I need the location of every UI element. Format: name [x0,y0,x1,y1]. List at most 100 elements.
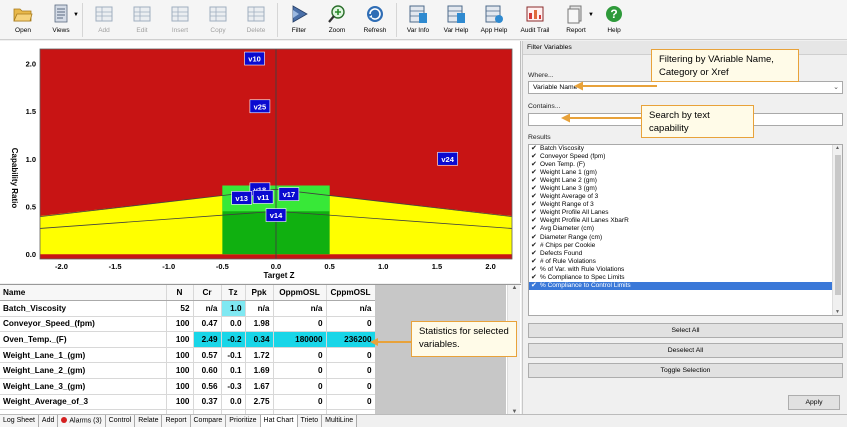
table-row[interactable]: Weight_Average_of_3 100 0.37 0.0 2.75 0 0 [0,394,376,411]
checkbox-checked-icon[interactable]: ✔ [531,242,538,250]
results-list-item[interactable]: ✔ Conveyor Speed (fpm) [529,153,842,161]
y-tick-label: 1.5 [26,107,36,116]
checkbox-checked-icon[interactable]: ✔ [531,266,538,274]
tab-prioritize[interactable]: Prioritize [226,415,261,427]
tab-hat-chart[interactable]: Hat Chart [260,415,298,427]
results-list-item[interactable]: ✔% Compliance to Control Limits [529,281,842,290]
scroll-up-icon[interactable]: ▲ [833,145,842,151]
table-row[interactable]: Conveyor_Speed_(fpm) 100 0.47 0.0 1.98 0 0 [0,316,376,333]
var-info-button[interactable]: Var Info [399,0,437,38]
results-list-item[interactable]: ✔ Defects Found [529,250,842,258]
table-cell-ppk: 0.34 [245,331,274,348]
results-scroll-thumb[interactable] [835,155,841,295]
checkbox-checked-icon[interactable]: ✔ [531,177,538,185]
column-header-n[interactable]: N [166,285,194,302]
apply-button[interactable]: Apply [788,395,840,410]
checkbox-checked-icon[interactable]: ✔ [531,217,538,225]
results-list-item[interactable]: ✔ Weight Profile All Lanes XbarR [529,217,842,225]
tab-alarms-3[interactable]: Alarms (3) [58,415,106,427]
hat-chart[interactable]: -2.0 -1.5 -1.0 -0.5 0.0 0.5 1.0 1.5 2.0 0.0 0.5 1.0… [0,41,521,283]
column-header-oppmosl[interactable]: OppmOSL [273,285,327,302]
tab-compare[interactable]: Compare [190,415,227,427]
results-list-item[interactable]: ✔ # of Rule Violations [529,258,842,266]
results-list-item[interactable]: ✔ Oven Temp. (F) [529,161,842,169]
checkbox-checked-icon[interactable]: ✔ [531,193,538,201]
table-row[interactable]: Batch_Viscosity 52 n/a 1.0 n/a n/a n/a [0,300,376,317]
tab-relate[interactable]: Relate [135,415,163,427]
add-button[interactable]: Add [85,0,123,38]
column-header-cppmosl[interactable]: CppmOSL [326,285,376,302]
results-scrollbar[interactable]: ▲ ▼ [832,145,842,315]
checkbox-checked-icon[interactable]: ✔ [531,234,538,242]
results-list-item[interactable]: ✔ Weight Lane 3 (gm) [529,185,842,193]
table-cell-oppmosl: n/a [273,300,327,317]
table-row[interactable]: Weight_Lane_2_(gm) 100 0.60 0.1 1.69 0 0 [0,362,376,380]
checkbox-checked-icon[interactable]: ✔ [531,282,538,290]
checkbox-checked-icon[interactable]: ✔ [531,274,538,282]
checkbox-checked-icon[interactable]: ✔ [531,153,538,161]
column-header-ppk[interactable]: Ppk [245,285,274,302]
chevron-down-icon[interactable]: ⌄ [833,83,839,91]
views-button[interactable]: ▼ Views [42,0,80,38]
results-list[interactable]: ✔ Batch Viscosity ✔ Conveyor Speed (fpm) ✔ Ov… [528,144,843,316]
help-button[interactable]: ? Help [595,0,633,38]
insert-button[interactable]: Insert [161,0,199,38]
select-all-button[interactable]: Select All [528,323,843,338]
tab-control[interactable]: Control [105,415,136,427]
audit-trail-button[interactable]: Audit Trail [513,0,557,38]
report-button[interactable]: ▼ Report [557,0,595,38]
results-list-item[interactable]: ✔ Weight Range of 3 [529,201,842,209]
results-list-item[interactable]: ✔ Weight Lane 1 (gm) [529,169,842,177]
results-list-item[interactable]: ✔% Compliance to Spec Limits [529,274,842,282]
column-header-name[interactable]: Name [0,285,167,302]
table-row[interactable]: Oven_Temp._(F) 100 2.49 -0.2 0.34 180000 23620… [0,331,376,348]
zoom-button[interactable]: Zoom [318,0,356,38]
edit-button[interactable]: Edit [123,0,161,38]
data-point-v14[interactable]: v14 [265,208,287,222]
open-button[interactable]: Open [4,0,42,38]
data-point-v24[interactable]: v24 [437,151,458,166]
scroll-down-icon[interactable]: ▼ [833,309,842,315]
column-header-tz[interactable]: Tz [221,285,246,302]
filter-button[interactable]: Filter [280,0,318,38]
checkbox-checked-icon[interactable]: ✔ [531,201,538,209]
checkbox-checked-icon[interactable]: ✔ [531,185,538,193]
table-row[interactable]: Weight_Lane_3_(gm) 100 0.56 -0.3 1.67 0 0 [0,378,376,395]
tab-multiline[interactable]: MultiLine [322,415,358,427]
checkbox-checked-icon[interactable]: ✔ [531,169,538,177]
checkbox-checked-icon[interactable]: ✔ [531,225,538,233]
results-list-item[interactable]: ✔ Weight Average of 3 [529,193,842,201]
results-list-item[interactable]: ✔ # Chips per Cookie [529,242,842,250]
toggle-selection-button[interactable]: Toggle Selection [528,363,843,378]
data-point-v17[interactable]: v17 [278,187,300,201]
results-list-item[interactable]: ✔ Avg Diameter (cm) [529,225,842,233]
toolbar-separator [396,3,397,37]
checkbox-checked-icon[interactable]: ✔ [531,209,538,217]
tab-report[interactable]: Report [162,415,191,427]
data-point-v25[interactable]: v25 [249,99,271,114]
scroll-up-icon[interactable]: ▲ [508,285,521,291]
table-row[interactable]: Weight_Lane_1_(gm) 100 0.57 -0.1 1.72 0 0 [0,347,376,364]
column-header-cr[interactable]: Cr [193,285,222,302]
delete-button[interactable]: Delete [237,0,275,38]
checkbox-checked-icon[interactable]: ✔ [531,145,538,153]
checkbox-checked-icon[interactable]: ✔ [531,161,538,169]
checkbox-checked-icon[interactable]: ✔ [531,258,538,266]
data-point-v13[interactable]: v13 [231,191,252,205]
var-help-button[interactable]: Var Help [437,0,475,38]
results-list-item[interactable]: ✔ Batch Viscosity [529,145,842,153]
tab-log-sheet[interactable]: Log Sheet [0,415,39,427]
tab-trieto[interactable]: Trieto [297,415,323,427]
data-point-v10[interactable]: v10 [244,51,265,66]
deselect-all-button[interactable]: Deselect All [528,343,843,358]
results-list-item[interactable]: ✔% of Var. with Rule Violations [529,266,842,274]
results-list-item[interactable]: ✔ Diameter Range (cm) [529,234,842,242]
checkbox-checked-icon[interactable]: ✔ [531,250,538,258]
refresh-button[interactable]: Refresh [356,0,394,38]
results-list-item[interactable]: ✔ Weight Profile All Lanes [529,209,842,217]
copy-button[interactable]: Copy [199,0,237,38]
data-point-v11[interactable]: v11 [252,190,274,204]
results-list-item[interactable]: ✔ Weight Lane 2 (gm) [529,177,842,185]
tab-add[interactable]: Add [38,415,59,427]
app-help-button[interactable]: App Help [475,0,513,38]
